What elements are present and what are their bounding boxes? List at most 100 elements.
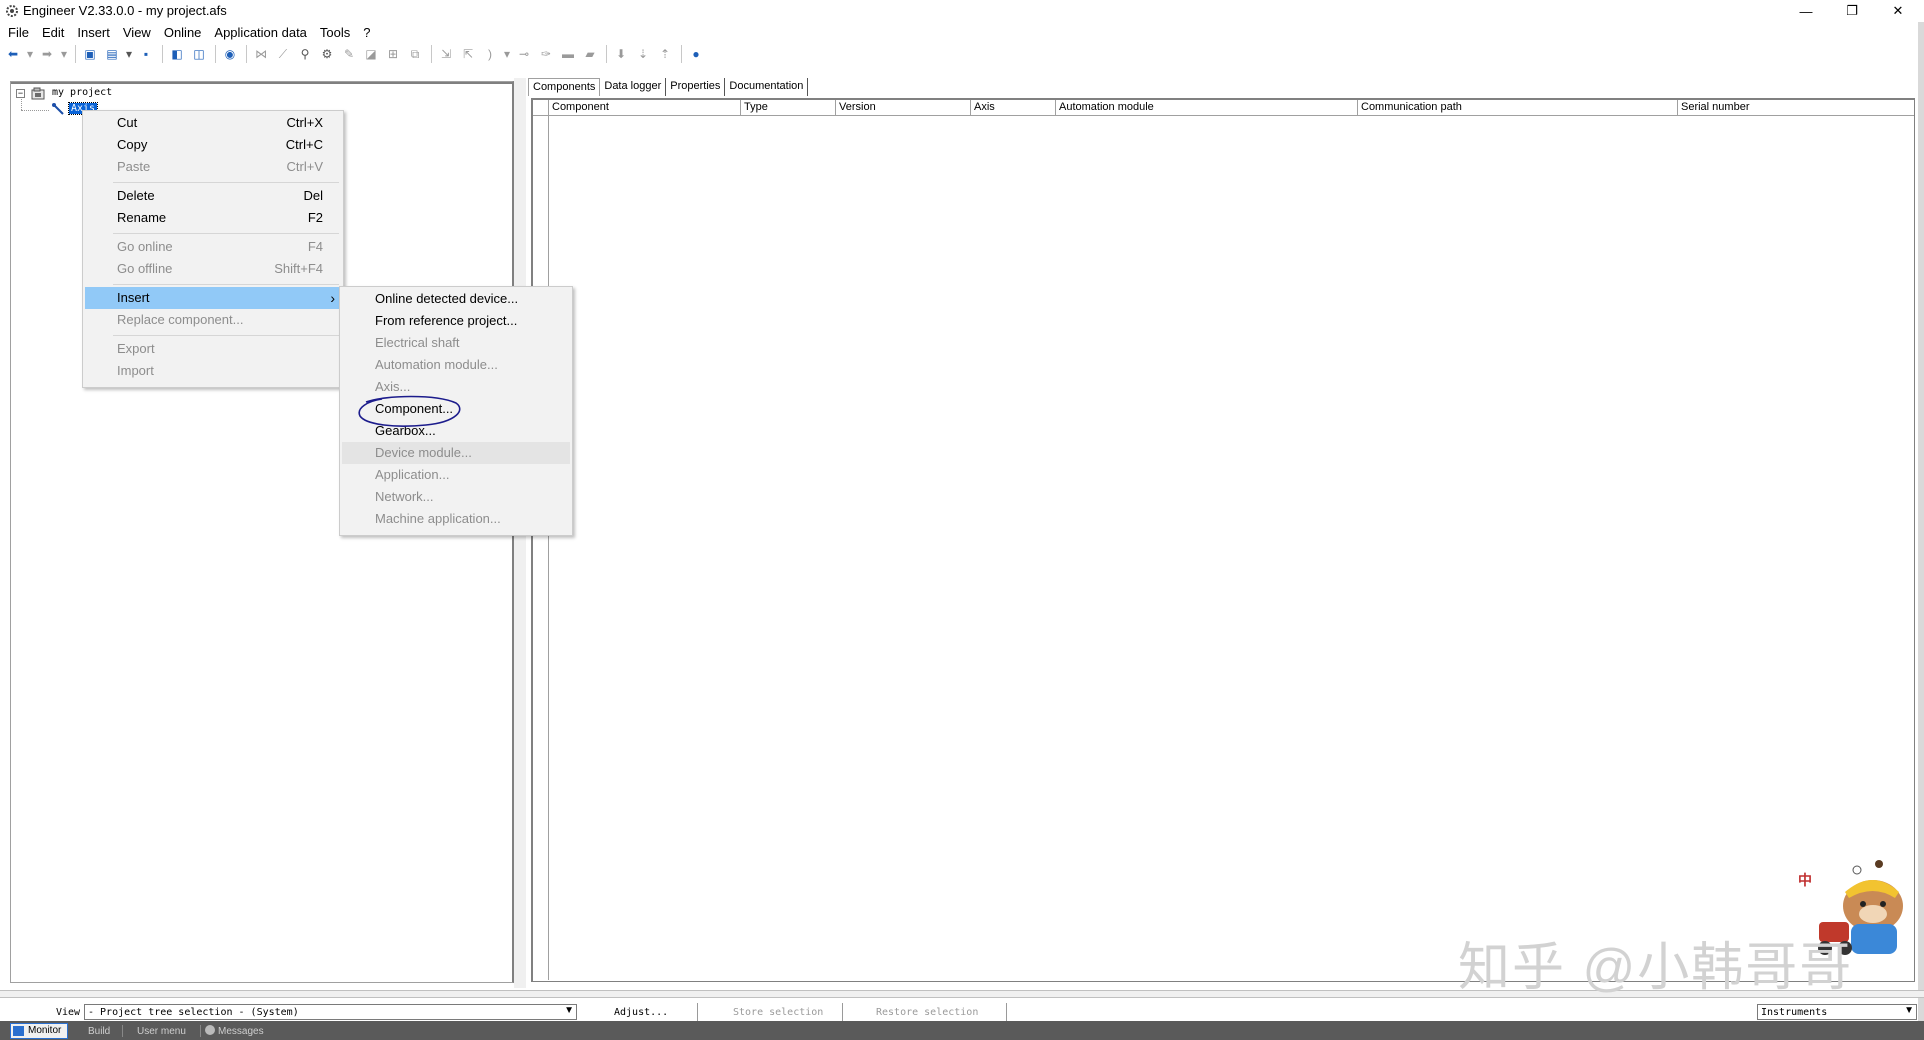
view-select[interactable]: - Project tree selection - (System) ▼ (84, 1004, 577, 1020)
menu-insert[interactable]: Insert (77, 25, 110, 40)
submenu-item-application[interactable]: Application... (342, 464, 570, 486)
tool-edit-icon[interactable]: ✎ (339, 44, 359, 64)
toolbar-separator (246, 45, 247, 63)
tool-copy-icon[interactable]: ⧉ (405, 44, 425, 64)
instruments-select[interactable]: Instruments ▼ (1757, 1004, 1917, 1020)
tab-strip: Components Data logger Properties Docume… (528, 78, 809, 96)
open-dropdown-icon[interactable]: ▾ (124, 44, 134, 64)
context-menu: Cut Ctrl+X Copy Ctrl+C Paste Ctrl+V Delete D… (82, 110, 344, 388)
column-header-serial-number[interactable]: Serial number (1678, 100, 1913, 116)
submenu-item-device-module[interactable]: Device module... (342, 442, 570, 464)
menu-item-cut[interactable]: Cut Ctrl+X (85, 112, 341, 134)
column-header-component[interactable]: Component (549, 100, 741, 116)
submenu-item-from-reference-project[interactable]: From reference project... (342, 310, 570, 332)
forward-arrow-icon[interactable]: ➡ (37, 44, 57, 64)
tool-connect-icon[interactable]: ⋈ (251, 44, 271, 64)
status-tab-build[interactable]: Build (88, 1024, 110, 1039)
vertical-scroll-strip[interactable] (1918, 22, 1924, 1022)
tool-signal-icon[interactable]: ) (480, 44, 500, 64)
restore-button[interactable]: ❐ (1829, 0, 1875, 22)
tree-root-label[interactable]: my project (52, 87, 112, 98)
tool-dropdown-icon[interactable]: ▾ (502, 44, 512, 64)
instruments-dropdown-arrow-icon[interactable]: ▼ (1904, 1005, 1914, 1016)
menu-application-data[interactable]: Application data (214, 25, 307, 40)
tool-scan-icon[interactable]: ⚙ (317, 44, 337, 64)
tool-block-icon[interactable]: ▬ (558, 44, 578, 64)
menu-item-rename[interactable]: Rename F2 (85, 207, 341, 229)
tab-properties[interactable]: Properties (666, 78, 726, 96)
menu-item-delete[interactable]: Delete Del (85, 185, 341, 207)
column-header-communication-path[interactable]: Communication path (1358, 100, 1678, 116)
new-project-icon[interactable]: ▣ (80, 44, 100, 64)
tool-search-icon[interactable]: ⚲ (295, 44, 315, 64)
save-icon[interactable]: ▪ (136, 44, 156, 64)
online-globe-icon[interactable]: ◉ (220, 44, 240, 64)
menu-bar: File Edit Insert View Online Application… (0, 22, 1924, 42)
tool-info-icon[interactable]: ● (686, 44, 706, 64)
menu-item-go-online[interactable]: Go online F4 (85, 236, 341, 258)
status-tab-messages[interactable]: Messages (218, 1024, 264, 1039)
column-header-automation-module[interactable]: Automation module (1056, 100, 1358, 116)
tool-flash-list-icon[interactable]: ⇣ (633, 44, 653, 64)
tool-wand-icon[interactable]: ✑ (536, 44, 556, 64)
tab-data-logger[interactable]: Data logger (600, 78, 667, 96)
menu-item-replace-component[interactable]: Replace component... (85, 309, 341, 331)
back-dropdown-icon[interactable]: ▾ (25, 44, 35, 64)
submenu-item-electrical-shaft[interactable]: Electrical shaft (342, 332, 570, 354)
menu-item-insert[interactable]: Insert › (85, 287, 341, 309)
status-tab-monitor[interactable]: Monitor (10, 1023, 68, 1039)
tool-unit-icon[interactable]: ▰ (580, 44, 600, 64)
tool-upload-icon[interactable]: ⇱ (458, 44, 478, 64)
back-arrow-icon[interactable]: ⬅ (3, 44, 23, 64)
grid-corner-cell[interactable] (533, 100, 549, 116)
status-tab-user-menu[interactable]: User menu (137, 1024, 186, 1039)
tab-components[interactable]: Components (528, 78, 601, 96)
menu-tools[interactable]: Tools (320, 25, 350, 40)
menu-file[interactable]: File (8, 25, 29, 40)
forward-dropdown-icon[interactable]: ▾ (59, 44, 69, 64)
menu-view[interactable]: View (123, 25, 151, 40)
toolbar-separator (606, 45, 607, 63)
close-button[interactable]: ✕ (1875, 0, 1921, 22)
tool-module-icon[interactable]: ◪ (361, 44, 381, 64)
menu-help[interactable]: ? (363, 25, 370, 40)
column-header-axis[interactable]: Axis (971, 100, 1056, 116)
menu-item-copy[interactable]: Copy Ctrl+C (85, 134, 341, 156)
menu-item-export[interactable]: Export (85, 338, 341, 360)
tab-divider (122, 1025, 123, 1037)
submenu-item-network[interactable]: Network... (342, 486, 570, 508)
view-dropdown-arrow-icon[interactable]: ▼ (564, 1005, 574, 1016)
tool-param-icon[interactable]: ⊞ (383, 44, 403, 64)
tree-collapse-icon[interactable]: − (16, 89, 25, 98)
menu-item-go-offline[interactable]: Go offline Shift+F4 (85, 258, 341, 280)
restore-selection-button[interactable]: Restore selection (845, 1003, 1007, 1021)
menu-item-paste[interactable]: Paste Ctrl+V (85, 156, 341, 178)
window-layout-icon[interactable]: ◫ (189, 44, 209, 64)
menu-edit[interactable]: Edit (42, 25, 64, 40)
project-folder-icon (31, 87, 45, 100)
adjust-button[interactable]: Adjust... (582, 1003, 698, 1021)
title-bar: Engineer V2.33.0.0 - my project.afs — ❐ … (0, 0, 1924, 22)
project-view-icon[interactable]: ◧ (167, 44, 187, 64)
submenu-item-machine-application[interactable]: Machine application... (342, 508, 570, 530)
monitor-icon (13, 1026, 24, 1036)
column-header-type[interactable]: Type (741, 100, 836, 116)
column-header-version[interactable]: Version (836, 100, 971, 116)
tool-disconnect-icon[interactable]: ⟋ (273, 44, 293, 64)
toolbar-separator (162, 45, 163, 63)
store-selection-button[interactable]: Store selection (700, 1003, 843, 1021)
tool-link-icon[interactable]: ⊸ (514, 44, 534, 64)
menu-item-import[interactable]: Import (85, 360, 341, 382)
menu-separator (113, 182, 339, 183)
open-project-icon[interactable]: ▤ (102, 44, 122, 64)
tool-download-icon[interactable]: ⇲ (436, 44, 456, 64)
submenu-item-automation-module[interactable]: Automation module... (342, 354, 570, 376)
minimize-button[interactable]: — (1783, 0, 1829, 22)
toolbar: ⬅ ▾ ➡ ▾ ▣ ▤ ▾ ▪ ◧ ◫ ◉ ⋈ ⟋ ⚲ ⚙ ✎ ◪ ⊞ ⧉ ⇲ … (0, 43, 1924, 65)
toolbar-separator (681, 45, 682, 63)
tab-documentation[interactable]: Documentation (725, 78, 809, 96)
tool-flash-down-icon[interactable]: ⬇ (611, 44, 631, 64)
submenu-item-online-detected-device[interactable]: Online detected device... (342, 288, 570, 310)
menu-online[interactable]: Online (164, 25, 202, 40)
tool-flash-up-icon[interactable]: ⇡ (655, 44, 675, 64)
